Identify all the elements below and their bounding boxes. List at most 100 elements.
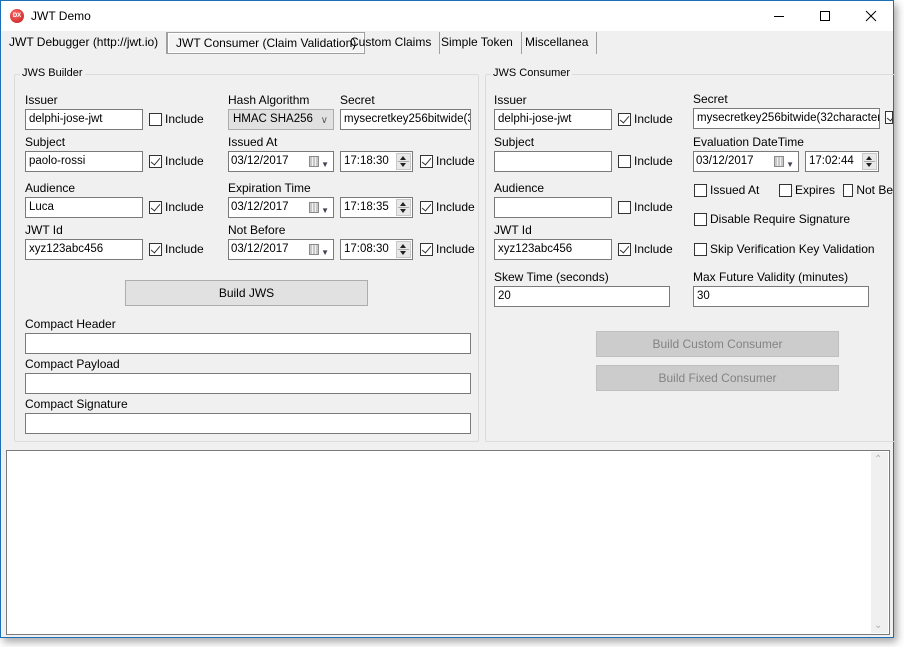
build-custom-consumer-button[interactable]: Build Custom Consumer: [596, 331, 839, 357]
max-future-validity-label: Max Future Validity (minutes): [693, 270, 849, 284]
expiration-include-checkbox[interactable]: Include: [420, 200, 475, 214]
checkbox-checked-icon: [149, 242, 162, 256]
max-future-validity-input[interactable]: 30: [693, 286, 869, 307]
compact-payload-input[interactable]: [25, 373, 471, 394]
close-button[interactable]: [848, 1, 894, 31]
consumer-jwtid-include-checkbox[interactable]: Include: [618, 242, 673, 256]
tab-bar: JWT Debugger (http://jwt.io) JWT Consume…: [1, 31, 893, 55]
checkbox-unchecked-icon: [618, 200, 631, 214]
compact-signature-input[interactable]: [25, 413, 471, 434]
spin-button[interactable]: [862, 153, 877, 170]
checkbox-checked-icon: [885, 111, 893, 124]
build-fixed-consumer-button[interactable]: Build Fixed Consumer: [596, 365, 839, 391]
expiration-time-input[interactable]: 17:18:35: [340, 197, 413, 218]
evaluation-time-input[interactable]: 17:02:44: [805, 151, 879, 172]
consumer-secret-input[interactable]: mysecretkey256bitwide(32characters: [693, 108, 880, 129]
evaluation-date-picker[interactable]: 03/12/2017 ▼: [693, 151, 799, 172]
consumer-audience-include-checkbox[interactable]: Include: [618, 200, 673, 214]
not-before-include-checkbox[interactable]: Include: [420, 242, 475, 256]
not-before-label: Not Before: [228, 223, 286, 237]
expires-check-checkbox[interactable]: Expires: [779, 183, 835, 197]
consumer-audience-input[interactable]: [494, 197, 612, 218]
tab-jwt-debugger[interactable]: JWT Debugger (http://jwt.io): [1, 32, 168, 54]
builder-secret-label: Secret: [340, 93, 375, 107]
not-before-date-picker[interactable]: 03/12/2017 ▼: [228, 239, 334, 260]
checkbox-unchecked-icon: [779, 183, 792, 197]
spin-up-icon: [400, 202, 406, 206]
issued-at-check-checkbox[interactable]: Issued At: [694, 183, 759, 197]
consumer-jwtid-input[interactable]: xyz123abc456: [494, 239, 612, 260]
spin-down-icon: [866, 163, 872, 167]
include-label: Include: [165, 154, 204, 168]
compact-header-input[interactable]: [25, 333, 471, 354]
include-label: Include: [634, 154, 673, 168]
checkbox-unchecked-icon: [694, 242, 707, 256]
expiration-date-picker[interactable]: 03/12/2017 ▼: [228, 197, 334, 218]
scroll-up-icon[interactable]: ⌃: [874, 454, 882, 465]
spin-button[interactable]: [396, 199, 411, 216]
consumer-issuer-include-checkbox[interactable]: Include: [618, 112, 673, 126]
chevron-down-icon: ∨: [320, 115, 328, 126]
spin-button[interactable]: [396, 241, 411, 258]
skew-time-label: Skew Time (seconds): [494, 270, 609, 284]
vertical-scrollbar[interactable]: ⌃ ⌄: [871, 452, 888, 633]
issued-at-time-input[interactable]: 17:18:30: [340, 151, 413, 172]
spin-button[interactable]: [396, 153, 411, 170]
maximize-button[interactable]: [802, 1, 848, 31]
disable-require-signature-checkbox[interactable]: Disable Require Signature: [694, 212, 850, 226]
checkbox-checked-icon: [618, 112, 631, 126]
spin-up-icon: [866, 156, 872, 160]
builder-jwtid-input[interactable]: xyz123abc456: [25, 239, 143, 260]
build-jws-button[interactable]: Build JWS: [125, 280, 368, 306]
dropdown-arrow-icon: ▼: [321, 206, 329, 215]
expires-check-label: Expires: [795, 183, 836, 197]
not-before-check-checkbox[interactable]: Not Be: [843, 183, 893, 197]
consumer-secret-checkbox[interactable]: [885, 111, 893, 124]
not-before-time-input[interactable]: 17:08:30: [340, 239, 413, 260]
skip-key-validation-checkbox[interactable]: Skip Verification Key Validation: [694, 242, 875, 256]
consumer-issuer-label: Issuer: [494, 93, 527, 107]
consumer-issuer-input[interactable]: delphi-jose-jwt: [494, 109, 612, 130]
issued-at-date-picker[interactable]: 03/12/2017 ▼: [228, 151, 334, 172]
include-label: Include: [436, 154, 475, 168]
not-before-time: 17:08:30: [344, 243, 389, 255]
jws-builder-label: JWS Builder: [20, 67, 85, 79]
tab-miscellanea[interactable]: Miscellanea: [517, 32, 598, 54]
minimize-button[interactable]: [756, 1, 802, 31]
evaluation-date: 03/12/2017: [696, 155, 754, 167]
spin-up-icon: [400, 244, 406, 248]
tab-jwt-consumer[interactable]: JWT Consumer (Claim Validation): [167, 32, 366, 54]
hash-algorithm-value: HMAC SHA256: [233, 113, 313, 125]
builder-subject-input[interactable]: paolo-rossi: [25, 151, 143, 172]
checkbox-unchecked-icon: [618, 154, 631, 168]
evaluation-time: 17:02:44: [809, 155, 854, 167]
log-memo[interactable]: ⌃ ⌄: [6, 450, 890, 635]
builder-subject-include-checkbox[interactable]: Include: [149, 154, 204, 168]
consumer-subject-input[interactable]: [494, 151, 612, 172]
close-icon: [865, 10, 877, 22]
consumer-subject-include-checkbox[interactable]: Include: [618, 154, 673, 168]
tab-custom-claims[interactable]: Custom Claims: [342, 32, 441, 54]
checkbox-checked-icon: [149, 154, 162, 168]
calendar-icon: [309, 244, 319, 255]
skew-time-input[interactable]: 20: [494, 286, 670, 307]
issued-at-include-checkbox[interactable]: Include: [420, 154, 475, 168]
builder-secret-input[interactable]: mysecretkey256bitwide(32: [340, 109, 471, 130]
builder-issuer-include-checkbox[interactable]: Include: [149, 112, 204, 126]
compact-signature-label: Compact Signature: [25, 397, 128, 411]
checkbox-unchecked-icon: [694, 183, 707, 197]
dropdown-arrow-icon: ▼: [321, 248, 329, 257]
consumer-jwtid-label: JWT Id: [494, 223, 532, 237]
hash-algorithm-select[interactable]: HMAC SHA256 ∨: [228, 109, 334, 130]
spin-up-icon: [400, 156, 406, 160]
tab-simple-token[interactable]: Simple Token: [433, 32, 522, 54]
consumer-subject-label: Subject: [494, 135, 535, 149]
compact-payload-label: Compact Payload: [25, 357, 120, 371]
builder-audience-include-checkbox[interactable]: Include: [149, 200, 204, 214]
builder-issuer-input[interactable]: delphi-jose-jwt: [25, 109, 143, 130]
dropdown-arrow-icon: ▼: [786, 160, 794, 169]
builder-jwtid-include-checkbox[interactable]: Include: [149, 242, 204, 256]
builder-audience-input[interactable]: Luca: [25, 197, 143, 218]
include-label: Include: [436, 200, 475, 214]
scroll-down-icon[interactable]: ⌄: [874, 620, 882, 631]
